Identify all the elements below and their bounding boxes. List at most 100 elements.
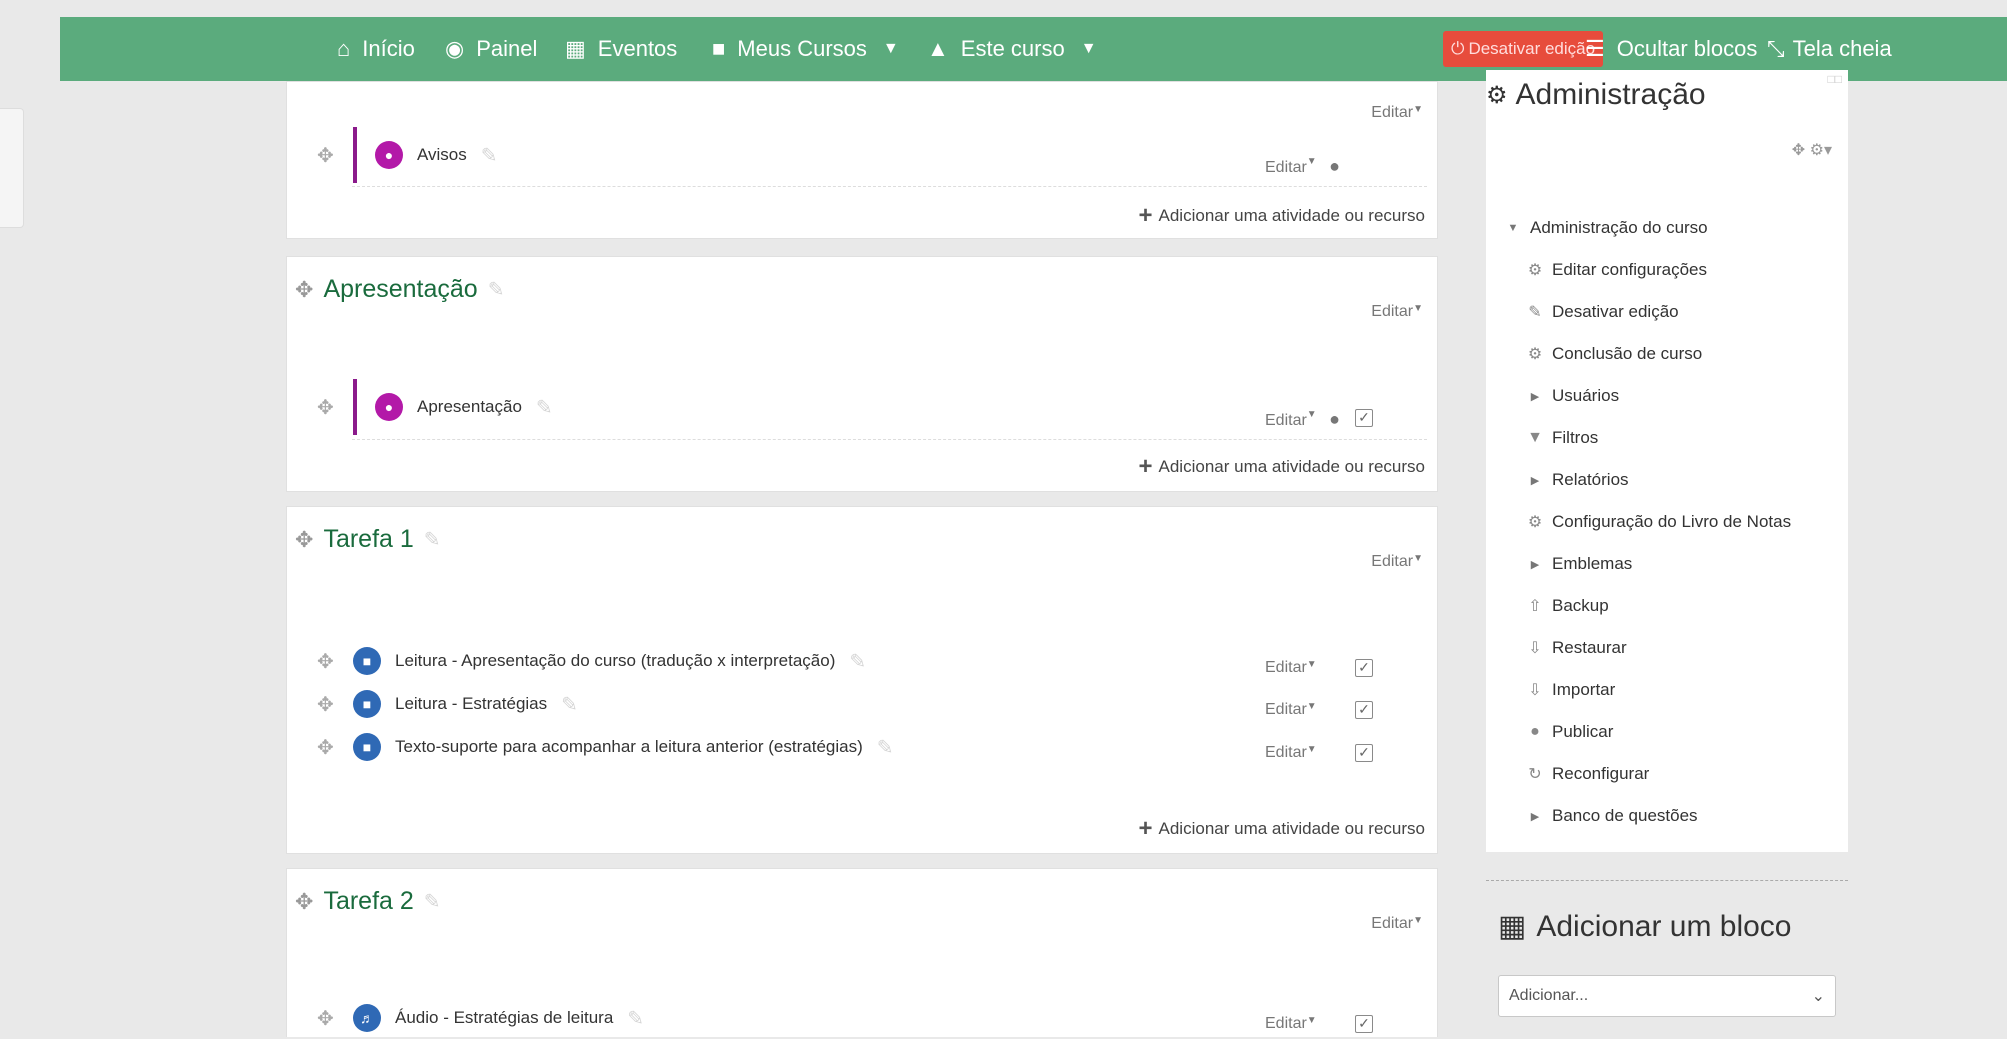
pencil-icon[interactable]: ✎ [536, 395, 553, 420]
completion-checkbox[interactable]: ✓ [1355, 1015, 1373, 1033]
tree-edit-off[interactable]: ✎ Desativar edição [1526, 302, 1678, 322]
pencil-icon[interactable]: ✎ [424, 889, 441, 914]
tree-label: Relatórios [1552, 470, 1629, 489]
move-icon[interactable]: ✥ [317, 735, 339, 760]
tree-label: Importar [1552, 680, 1616, 699]
edit-label: Editar [1265, 701, 1307, 718]
pencil-icon[interactable]: ✎ [877, 735, 894, 760]
add-block-title-text: Adicionar um bloco [1536, 909, 1792, 943]
move-icon[interactable]: ✥ [295, 277, 313, 303]
tree-backup[interactable]: ⇧ Backup [1526, 596, 1609, 616]
tree-publish[interactable]: ● Publicar [1526, 722, 1613, 742]
edit-label: Editar [1265, 412, 1307, 429]
select-value: Adicionar... [1509, 987, 1589, 1004]
tree-label: Backup [1552, 596, 1609, 615]
expand-icon: ⤡ [1767, 36, 1785, 61]
activity-link[interactable]: Apresentação [417, 397, 522, 417]
completion-checkbox[interactable]: ✓ [1355, 659, 1373, 677]
nav-home[interactable]: ⌂ Início [337, 17, 415, 81]
activity-link[interactable]: Leitura - Apresentação do curso (traduçã… [395, 651, 835, 671]
activity-link[interactable]: Avisos [417, 145, 467, 165]
edit-off-button[interactable]: ⏻ Desativar edição [1443, 31, 1604, 67]
section-title-text: Tarefa 2 [323, 887, 414, 915]
pencil-icon[interactable]: ✎ [849, 649, 866, 674]
tree-reports[interactable]: ▶ Relatórios [1526, 470, 1629, 490]
pencil-icon[interactable]: ✎ [481, 143, 498, 168]
activity-edit-menu[interactable]: Editar▼ ● [1265, 409, 1340, 430]
block-actions-menu[interactable]: ✥ ⚙▾ [1792, 140, 1832, 160]
activity-edit-menu[interactable]: Editar▼ [1265, 744, 1317, 762]
drawer-toggle[interactable] [0, 108, 24, 228]
completion-checkbox[interactable]: ✓ [1355, 701, 1373, 719]
download-icon: ⇩ [1528, 640, 1542, 657]
pencil-icon[interactable]: ✎ [561, 692, 578, 717]
pencil-icon[interactable]: ✎ [627, 1006, 644, 1031]
indent-icon: ☰ [1585, 36, 1605, 61]
globe-icon: ● [1530, 723, 1540, 740]
add-block-title: ▦ Adicionar um bloco [1498, 909, 1792, 944]
activity-link[interactable]: Áudio - Estratégias de leitura [395, 1008, 613, 1028]
tree-edit-settings[interactable]: ⚙ Editar configurações [1526, 260, 1707, 280]
move-icon[interactable]: ✥ [317, 1006, 339, 1031]
caret-down-icon: ▼ [1306, 409, 1317, 420]
nav-dashboard[interactable]: ◉ Painel [445, 17, 537, 81]
tree-filters[interactable]: ▼ Filtros [1526, 428, 1598, 448]
grid-icon: ▦ [1498, 910, 1527, 943]
tree-course-completion[interactable]: ⚙ Conclusão de curso [1526, 344, 1702, 364]
nav-events[interactable]: ▦ Eventos [565, 17, 677, 81]
nav-home-label: Início [362, 36, 415, 61]
add-activity-button[interactable]: + Adicionar uma atividade ou recurso [1139, 817, 1426, 841]
edit-label: Editar [1371, 915, 1414, 932]
tree-course-admin[interactable]: ▼ Administração do curso [1504, 218, 1708, 238]
calendar-icon: ▦ [565, 36, 586, 61]
move-icon[interactable]: ✥ [317, 649, 339, 674]
completion-checkbox[interactable]: ✓ [1355, 409, 1373, 427]
move-icon[interactable]: ✥ [317, 395, 339, 420]
activity-link[interactable]: Leitura - Estratégias [395, 694, 547, 714]
pencil-icon: ✎ [1528, 304, 1542, 321]
plus-icon: + [1138, 202, 1153, 229]
nav-my-courses[interactable]: ■ Meus Cursos ▼ [712, 17, 899, 81]
activity-link[interactable]: Texto-suporte para acompanhar a leitura … [395, 737, 863, 757]
activity-edit-menu[interactable]: Editar▼ [1265, 701, 1317, 719]
activity-edit-menu[interactable]: Editar▼ ● [1265, 156, 1340, 177]
move-icon[interactable]: ✥ [295, 527, 313, 553]
tree-restore[interactable]: ⇩ Restaurar [1526, 638, 1626, 658]
completion-checkbox[interactable]: ✓ [1355, 744, 1373, 762]
edit-off-label: Desativar edição [1468, 39, 1596, 58]
dashboard-icon: ◉ [445, 36, 465, 61]
tree-gradebook-setup[interactable]: ⚙ Configuração do Livro de Notas [1526, 512, 1791, 532]
tree-import[interactable]: ⇩ Importar [1526, 680, 1615, 700]
add-activity-button[interactable]: + Adicionar uma atividade ou recurso [1139, 455, 1426, 479]
tree-label: Emblemas [1552, 554, 1633, 573]
file-icon: ■ [353, 690, 381, 718]
section-edit-menu[interactable]: Editar▼ [1371, 915, 1423, 933]
caret-down-icon: ▼ [1306, 701, 1317, 712]
move-icon[interactable]: ✥ [317, 692, 339, 717]
nav-events-label: Eventos [597, 36, 678, 61]
section-edit-menu[interactable]: Editar▼ [1371, 553, 1423, 571]
section-title-text: Tarefa 1 [323, 525, 414, 553]
plus-icon: + [1138, 815, 1153, 842]
move-icon[interactable]: ✥ [295, 889, 313, 915]
edit-label: Editar [1265, 1015, 1307, 1032]
add-activity-button[interactable]: + Adicionar uma atividade ou recurso [1139, 204, 1426, 228]
activity-indent-bar [353, 379, 357, 435]
add-block-select[interactable]: Adicionar... ⌄ [1498, 975, 1836, 1017]
activity-edit-menu[interactable]: Editar▼ [1265, 1015, 1317, 1033]
tree-question-bank[interactable]: ▶ Banco de questões [1526, 806, 1698, 826]
block-dock-icon[interactable]: □□ [1828, 72, 1843, 86]
activity-edit-menu[interactable]: Editar▼ [1265, 659, 1317, 677]
nav-this-course[interactable]: ▲ Este curso ▼ [927, 17, 1097, 81]
pencil-icon[interactable]: ✎ [424, 527, 441, 552]
section-edit-menu[interactable]: Editar▼ [1371, 104, 1423, 122]
fullscreen-label: Tela cheia [1792, 36, 1892, 61]
section-edit-menu[interactable]: Editar▼ [1371, 303, 1423, 321]
tree-reset[interactable]: ↻ Reconfigurar [1526, 764, 1649, 784]
tree-badges[interactable]: ▶ Emblemas [1526, 554, 1633, 574]
tree-users[interactable]: ▶ Usuários [1526, 386, 1619, 406]
pencil-icon[interactable]: ✎ [488, 277, 505, 302]
move-icon[interactable]: ✥ [317, 143, 339, 168]
activity-item: ✥ ■ Leitura - Estratégias ✎ [317, 683, 578, 725]
home-icon: ⌂ [337, 36, 351, 61]
